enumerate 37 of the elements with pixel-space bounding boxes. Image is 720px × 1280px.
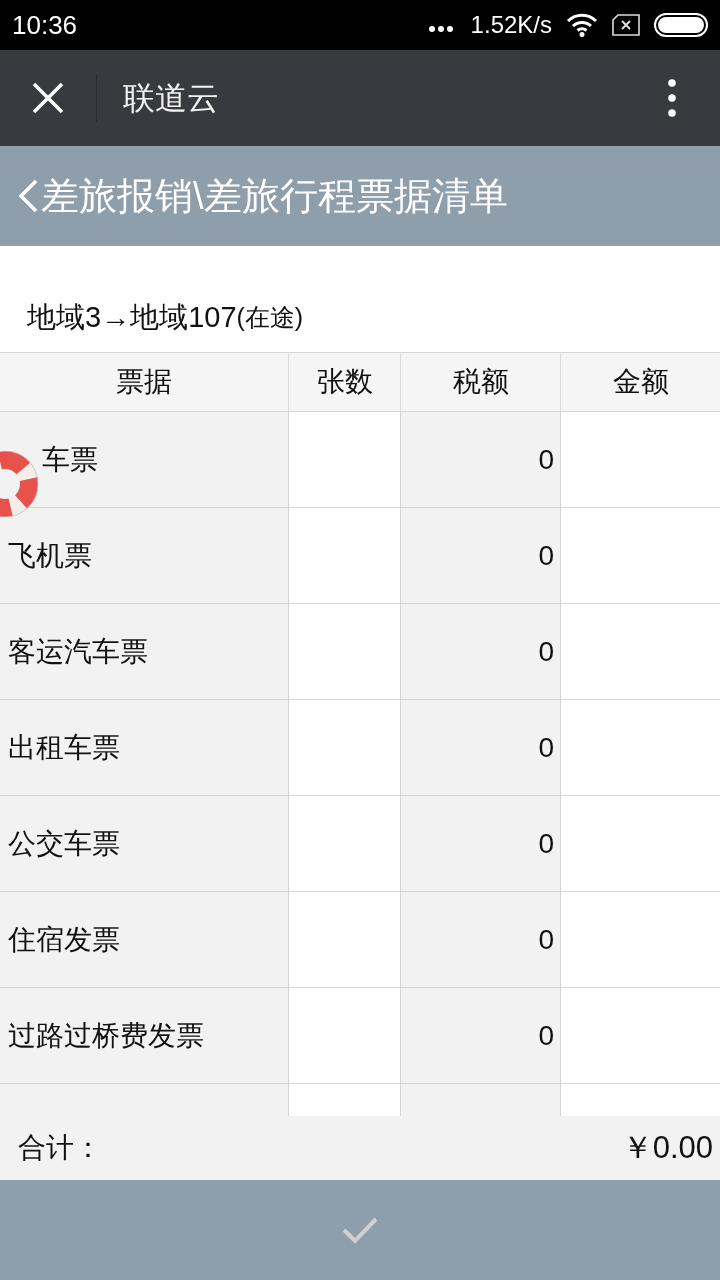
- app-title: 联道云: [123, 82, 219, 114]
- lifebuoy-icon[interactable]: [0, 451, 38, 517]
- back-button[interactable]: [18, 179, 38, 213]
- ticket-name-cell: 公交车票: [0, 796, 289, 891]
- back-chevron-icon: [18, 179, 38, 213]
- ticket-name-cell: 车票: [0, 412, 289, 507]
- more-dots-icon: [428, 26, 453, 32]
- total-label: 合计：: [18, 1131, 102, 1165]
- column-header: 票据: [0, 353, 289, 411]
- menu-icon: [668, 79, 676, 117]
- route-text: 地域3→地域107: [27, 300, 237, 335]
- confirm-button[interactable]: [0, 1180, 720, 1280]
- wifi-icon: [566, 13, 598, 37]
- tax-cell: 0: [401, 508, 561, 603]
- tax-cell: 0: [401, 700, 561, 795]
- total-value: ￥0.00: [621, 1128, 713, 1167]
- ticket-name-cell: 飞机票: [0, 508, 289, 603]
- ticket-name-cell: 过路过桥费发票: [0, 988, 289, 1083]
- ticket-name-cell: 出租车票: [0, 700, 289, 795]
- tax-cell: 0: [401, 988, 561, 1083]
- trip-status: (在途): [236, 302, 304, 333]
- tax-cell: 0: [401, 892, 561, 987]
- column-header: 金额: [611, 365, 670, 399]
- tax-cell: 0: [401, 796, 561, 891]
- column-header: 张数: [289, 353, 401, 411]
- status-time: 10:36: [12, 12, 78, 38]
- sim-card-icon: [612, 14, 640, 36]
- close-icon: [32, 82, 64, 114]
- tax-cell: 0: [401, 412, 561, 507]
- tax-cell: 0: [401, 604, 561, 699]
- ticket-name-cell: 住宿发票: [0, 892, 289, 987]
- ticket-name-cell: 客运汽车票: [0, 604, 289, 699]
- check-icon: [342, 1216, 378, 1244]
- page-title: 差旅报销\差旅行程票据清单: [41, 177, 508, 215]
- network-speed: 1.52K/s: [470, 13, 552, 37]
- battery-icon: [654, 13, 708, 37]
- column-header: 税额: [401, 353, 561, 411]
